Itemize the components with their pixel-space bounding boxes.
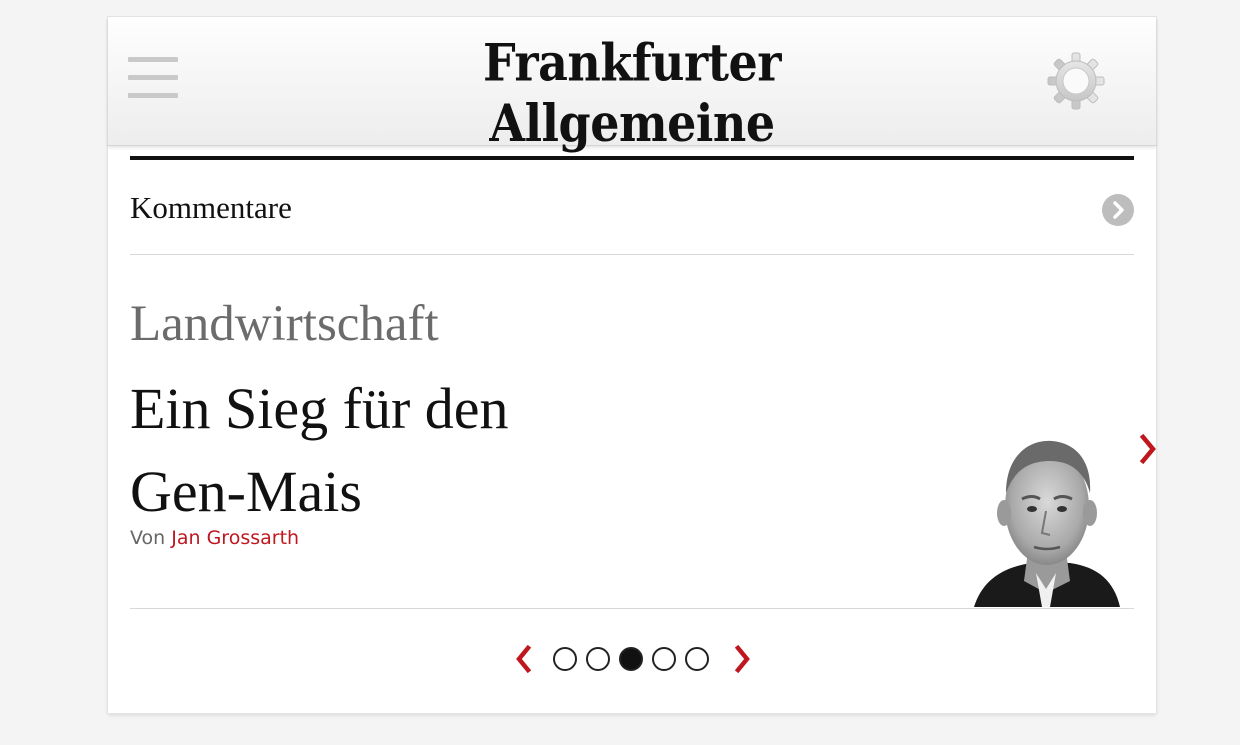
pager-prev-button[interactable] — [511, 644, 537, 674]
article-byline: Von Jan Grossarth — [130, 527, 299, 549]
top-bar: Frankfurter Allgemeine — [108, 17, 1156, 153]
pager-dot[interactable] — [586, 647, 610, 671]
hamburger-menu-icon — [128, 93, 178, 98]
hamburger-menu-icon — [128, 75, 178, 80]
article-kicker: Landwirtschaft — [130, 296, 439, 352]
chevron-right-icon — [734, 644, 750, 674]
article-teaser[interactable]: Landwirtschaft Ein Sieg für den Gen-Mais… — [130, 255, 1156, 609]
section-divider — [130, 156, 1134, 160]
section-title: Kommentare — [130, 190, 292, 225]
pager-dot[interactable] — [553, 647, 577, 671]
article-next-arrow[interactable] — [1134, 431, 1164, 471]
app-frame: Frankfurter Allgemeine Kommentare Landwi… — [108, 17, 1156, 713]
chevron-right-icon — [1139, 433, 1156, 465]
article-headline: Ein Sieg für den Gen-Mais — [130, 367, 830, 533]
section-row-kommentare[interactable]: Kommentare — [130, 162, 1134, 255]
pager-dot-active[interactable] — [619, 647, 643, 671]
settings-button[interactable] — [1044, 49, 1108, 113]
gear-icon — [1047, 52, 1105, 110]
menu-button[interactable] — [128, 55, 180, 105]
site-logo[interactable]: Frankfurter Allgemeine — [368, 33, 896, 154]
headline-line: Ein Sieg für den — [130, 376, 509, 441]
chevron-right-circle-icon[interactable] — [1102, 194, 1134, 226]
author-link[interactable]: Jan Grossarth — [171, 527, 299, 549]
pager-dot[interactable] — [685, 647, 709, 671]
hamburger-menu-icon — [128, 57, 178, 62]
pager-next-button[interactable] — [729, 644, 755, 674]
chevron-right-icon — [1113, 201, 1124, 219]
author-portrait — [954, 431, 1134, 607]
chevron-left-icon — [516, 644, 532, 674]
pager-dot[interactable] — [652, 647, 676, 671]
carousel-pager — [108, 632, 1156, 688]
byline-prefix: Von — [130, 527, 166, 549]
headline-line: Gen-Mais — [130, 459, 362, 524]
